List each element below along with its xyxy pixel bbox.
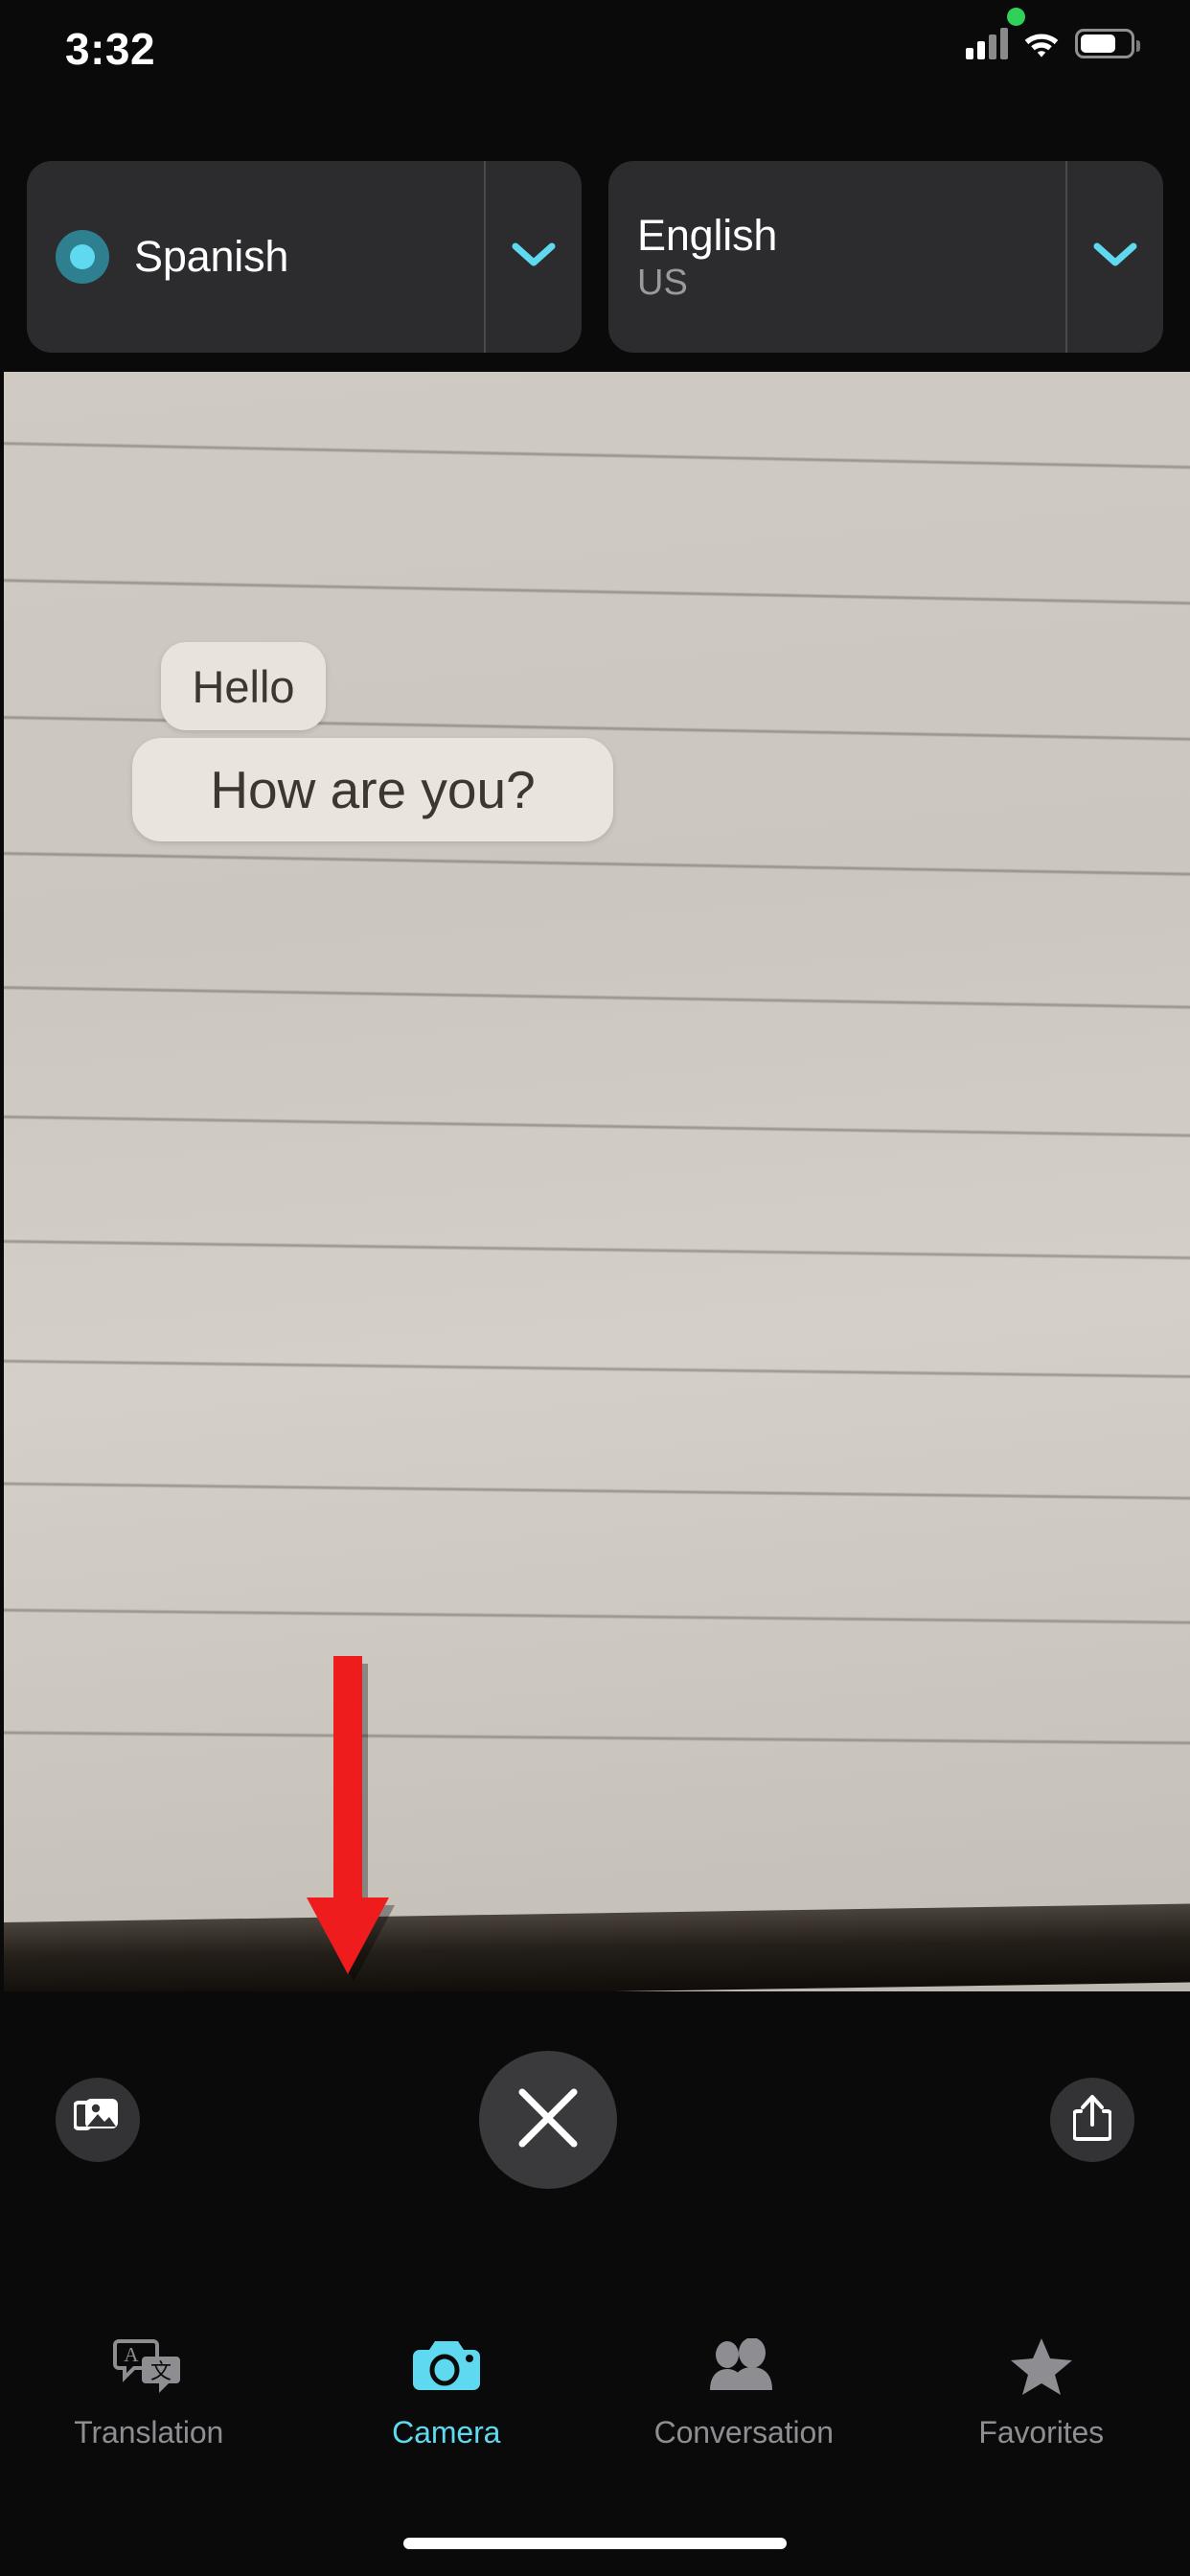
camera-icon <box>412 2331 481 2402</box>
status-bar-time: 3:32 <box>65 24 156 74</box>
svg-text:文: 文 <box>150 2360 172 2384</box>
home-indicator[interactable] <box>403 2538 787 2549</box>
status-bar-icons <box>966 27 1140 59</box>
svg-text:A: A <box>125 2343 140 2366</box>
tab-translation[interactable]: A 文 Translation <box>0 2300 298 2450</box>
translated-text-bubble[interactable]: Hello <box>161 642 326 730</box>
source-language-button[interactable]: Spanish <box>27 161 484 353</box>
tab-bar: A 文 Translation Camera Conversation Favo… <box>0 2300 1190 2576</box>
tab-label: Translation <box>74 2415 224 2450</box>
target-language-chevron-button[interactable] <box>1065 161 1163 353</box>
source-language-pill[interactable]: Spanish <box>27 161 582 353</box>
wifi-icon <box>1021 28 1062 58</box>
share-icon <box>1072 2094 1112 2147</box>
share-button[interactable] <box>1050 2078 1134 2162</box>
app-screen: 3:32 Spanish English US Hello How are yo… <box>0 0 1190 2576</box>
tab-label: Favorites <box>978 2415 1105 2450</box>
photo-library-icon <box>73 2097 122 2144</box>
language-selector-bar: Spanish English US <box>0 161 1190 353</box>
tab-label: Conversation <box>653 2415 834 2450</box>
target-language-region: US <box>637 262 688 303</box>
tab-label: Camera <box>392 2415 501 2450</box>
target-language-pill[interactable]: English US <box>608 161 1163 353</box>
camera-viewport[interactable]: Hello How are you? <box>4 372 1190 1991</box>
tab-favorites[interactable]: Favorites <box>893 2300 1190 2450</box>
close-button[interactable] <box>479 2051 617 2189</box>
chevron-down-icon <box>1093 242 1137 273</box>
target-language-button[interactable]: English US <box>608 161 1065 353</box>
source-language-chevron-button[interactable] <box>484 161 582 353</box>
star-icon <box>1010 2331 1073 2402</box>
paper-background <box>4 372 1190 1924</box>
translation-bubbles-icon: A 文 <box>113 2331 184 2402</box>
source-language-name: Spanish <box>134 232 289 281</box>
camera-controls-bar <box>0 1991 1190 2300</box>
recording-indicator-dot <box>1007 8 1025 26</box>
listening-dot-icon <box>56 230 109 284</box>
target-language-name: English <box>637 210 778 260</box>
cellular-bars-icon <box>966 27 1008 59</box>
status-bar: 3:32 <box>0 0 1190 107</box>
people-icon <box>708 2331 779 2402</box>
tab-conversation[interactable]: Conversation <box>595 2300 893 2450</box>
chevron-down-icon <box>512 242 556 273</box>
photo-library-button[interactable] <box>56 2078 140 2162</box>
close-icon <box>515 2084 582 2156</box>
tab-camera[interactable]: Camera <box>298 2300 596 2450</box>
battery-icon <box>1075 28 1140 58</box>
translated-text-bubble[interactable]: How are you? <box>132 738 613 841</box>
